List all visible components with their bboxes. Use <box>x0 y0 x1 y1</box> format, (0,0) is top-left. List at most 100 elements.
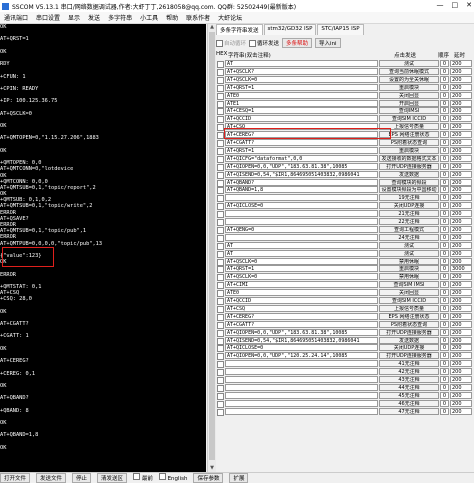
send-button[interactable]: 设置的为全关休眠 <box>379 75 439 83</box>
scroll-up-icon[interactable]: ▲ <box>208 24 216 31</box>
delay-input[interactable]: 200 <box>450 289 472 297</box>
menu-item-7[interactable]: 联系作者 <box>182 13 214 22</box>
send-button[interactable]: 42无注释 <box>379 368 439 376</box>
send-button[interactable]: 打开UDP连接服务器 <box>379 162 439 170</box>
send-button[interactable]: 查询模块的频段 <box>379 178 439 186</box>
delay-input[interactable]: 200 <box>450 368 472 376</box>
order-input[interactable]: 0 <box>440 75 449 83</box>
clear-send-button[interactable]: 清发送区 <box>97 472 128 483</box>
terminal-scrollbar[interactable]: ▲ ▼ <box>207 24 216 472</box>
command-input[interactable]: AT+CEREG? <box>225 312 378 320</box>
command-input[interactable]: AT+QICLOSE=0 <box>225 344 378 352</box>
send-button[interactable]: 关闭UDP连接 <box>379 344 439 352</box>
order-input[interactable]: 0 <box>440 194 449 202</box>
send-button[interactable]: 发送数据 <box>379 336 439 344</box>
command-input[interactable]: AT+CSQ <box>225 304 378 312</box>
delay-input[interactable]: 200 <box>450 154 472 162</box>
send-button[interactable]: 重启模块 <box>379 83 439 91</box>
open-file-button[interactable]: 打开文件 <box>0 472 31 483</box>
delay-input[interactable]: 200 <box>450 146 472 154</box>
save-params-button[interactable]: 保存参数 <box>193 472 224 483</box>
tab-stc-isp[interactable]: STC/IAP15 ISP <box>317 24 364 35</box>
menu-item-2[interactable]: 显示 <box>64 13 84 22</box>
send-file-button[interactable]: 发送文件 <box>36 472 67 483</box>
order-input[interactable]: 0 <box>440 107 449 115</box>
loop-send-checkbox[interactable]: 循环发送 <box>249 39 279 47</box>
delay-input[interactable]: 200 <box>450 344 472 352</box>
delay-input[interactable]: 200 <box>450 131 472 139</box>
send-button[interactable]: 查询IMSI <box>379 107 439 115</box>
command-input[interactable] <box>225 210 378 218</box>
send-button[interactable]: 发送数据 <box>379 170 439 178</box>
send-button[interactable]: 查询SIM IMSI <box>379 281 439 289</box>
order-input[interactable]: 0 <box>440 281 449 289</box>
delay-input[interactable]: 200 <box>450 99 472 107</box>
send-button[interactable]: 重启模块 <box>379 265 439 273</box>
delay-input[interactable]: 200 <box>450 376 472 383</box>
order-input[interactable]: 0 <box>440 289 449 297</box>
menu-item-0[interactable]: 通讯端口 <box>0 13 32 22</box>
order-input[interactable]: 0 <box>440 320 449 328</box>
command-input[interactable]: AT+QBAND=1,8 <box>225 186 378 194</box>
order-input[interactable]: 0 <box>440 67 449 75</box>
delay-input[interactable]: 200 <box>450 383 472 391</box>
order-input[interactable]: 0 <box>440 139 449 146</box>
send-button[interactable]: 查询SIM ICCID <box>379 297 439 304</box>
menu-item-8[interactable]: 大虾论坛 <box>214 13 246 22</box>
delay-input[interactable]: 200 <box>450 320 472 328</box>
command-input[interactable] <box>225 368 378 376</box>
delay-input[interactable]: 200 <box>450 210 472 218</box>
command-input[interactable]: AT+QRST=1 <box>225 146 378 154</box>
send-button[interactable]: 查询SIM ICCID <box>379 115 439 123</box>
delay-input[interactable]: 200 <box>450 178 472 186</box>
delay-input[interactable]: 200 <box>450 83 472 91</box>
delay-input[interactable]: 200 <box>450 123 472 131</box>
command-input[interactable] <box>225 391 378 399</box>
send-button[interactable]: 22无注释 <box>379 218 439 225</box>
auto-loop-checkbox[interactable]: 自动循环 <box>216 39 246 47</box>
send-button[interactable]: 查询当前休眠模式 <box>379 67 439 75</box>
delay-input[interactable]: 200 <box>450 312 472 320</box>
order-input[interactable]: 0 <box>440 225 449 233</box>
tab-multi-string[interactable]: 多条字符串发送 <box>216 24 263 35</box>
order-input[interactable]: 0 <box>440 146 449 154</box>
delay-input[interactable]: 3000 <box>450 265 472 273</box>
menu-item-3[interactable]: 发送 <box>84 13 104 22</box>
delay-input[interactable]: 200 <box>450 225 472 233</box>
delay-input[interactable]: 200 <box>450 162 472 170</box>
order-input[interactable]: 0 <box>440 218 449 225</box>
command-input[interactable] <box>225 399 378 407</box>
menu-item-5[interactable]: 小工具 <box>136 13 162 22</box>
menu-item-6[interactable]: 帮助 <box>162 13 182 22</box>
delay-input[interactable]: 200 <box>450 233 472 241</box>
order-input[interactable]: 0 <box>440 304 449 312</box>
command-input[interactable]: AT+QCCID <box>225 115 378 123</box>
command-input[interactable]: AT+QICFG="dataformat",0,0 <box>225 154 378 162</box>
command-input[interactable]: AT+QSCLK=0 <box>225 75 378 83</box>
delay-input[interactable]: 200 <box>450 115 472 123</box>
delay-input[interactable]: 200 <box>450 273 472 281</box>
order-input[interactable]: 0 <box>440 178 449 186</box>
send-button[interactable]: 测试 <box>379 60 439 67</box>
command-input[interactable]: ATE0 <box>225 91 378 99</box>
send-button[interactable]: 设置模块频段为中国移动 <box>379 186 439 194</box>
command-input[interactable]: AT+CGATT? <box>225 139 378 146</box>
delay-input[interactable]: 200 <box>450 139 472 146</box>
menu-item-1[interactable]: 串口设置 <box>32 13 64 22</box>
command-input[interactable] <box>225 360 378 368</box>
order-input[interactable]: 0 <box>440 210 449 218</box>
delay-input[interactable]: 200 <box>450 249 472 257</box>
send-button[interactable]: 44无注释 <box>379 383 439 391</box>
order-input[interactable]: 0 <box>440 265 449 273</box>
send-button[interactable]: 21无注释 <box>379 210 439 218</box>
hex-checkbox[interactable] <box>217 408 224 416</box>
order-input[interactable]: 0 <box>440 383 449 391</box>
command-input[interactable]: ATE1 <box>225 99 378 107</box>
send-button[interactable]: 41无注释 <box>379 360 439 368</box>
send-button[interactable]: PS附着状态查询 <box>379 139 439 146</box>
order-input[interactable]: 0 <box>440 115 449 123</box>
tab-stm32-isp[interactable]: stm32/GD32 ISP <box>263 24 317 35</box>
delay-input[interactable]: 200 <box>450 281 472 289</box>
delay-input[interactable]: 200 <box>450 407 472 415</box>
command-input[interactable] <box>225 194 378 202</box>
